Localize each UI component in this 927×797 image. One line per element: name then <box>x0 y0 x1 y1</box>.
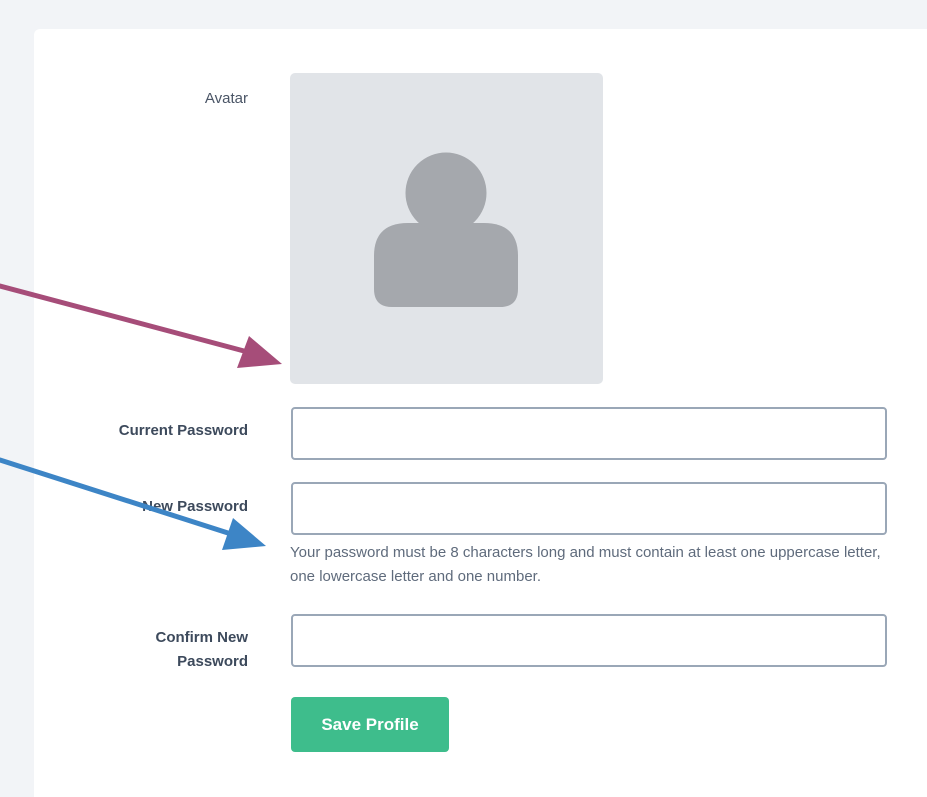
confirm-password-input[interactable] <box>291 614 887 667</box>
confirm-password-label-line2: Password <box>177 653 248 670</box>
page: Avatar Current Password New Password You… <box>0 0 927 797</box>
new-password-input[interactable] <box>291 482 887 535</box>
confirm-password-label-line1: Confirm New <box>155 629 248 646</box>
avatar-label: Avatar <box>204 90 248 107</box>
save-profile-button[interactable]: Save Profile <box>291 697 449 752</box>
avatar-upload[interactable] <box>290 73 603 384</box>
current-password-label: Current Password <box>118 422 248 439</box>
current-password-input[interactable] <box>291 407 887 460</box>
user-placeholder-icon <box>374 147 518 307</box>
new-password-label: New Password <box>142 498 248 515</box>
password-requirements-help: Your password must be 8 characters long … <box>290 544 881 585</box>
